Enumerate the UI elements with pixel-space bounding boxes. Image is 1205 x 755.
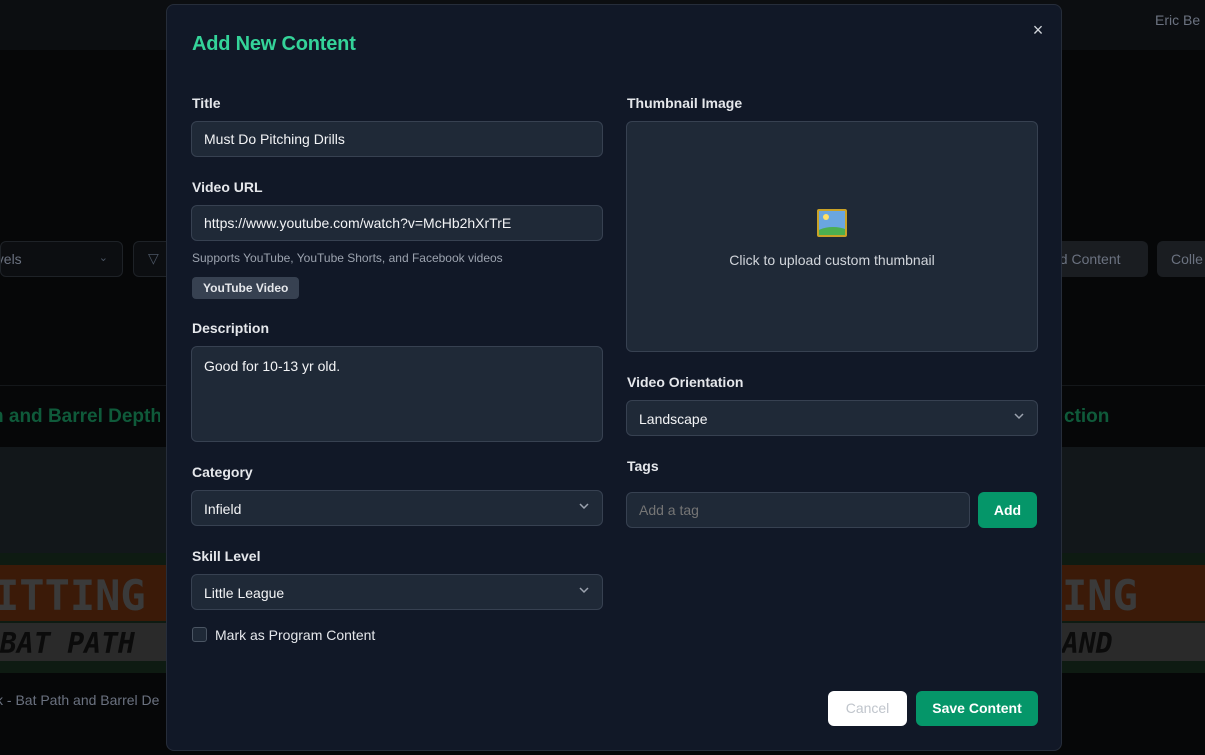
user-name: Eric Be bbox=[1155, 12, 1201, 28]
program-content-label[interactable]: Mark as Program Content bbox=[215, 627, 375, 643]
card-caption-left: k - Bat Path and Barrel De bbox=[0, 692, 170, 708]
video-thumbnail-left: ITTING BAT PATH bbox=[0, 447, 170, 673]
thumb-text-line1: ITTING bbox=[0, 571, 146, 620]
card-caption-left-text: k - Bat Path and Barrel De bbox=[0, 692, 160, 708]
close-icon[interactable]: × bbox=[1028, 19, 1048, 41]
filter-icon: ▽ bbox=[148, 250, 159, 266]
add-tag-button[interactable]: Add bbox=[978, 492, 1037, 528]
tags-label: Tags bbox=[627, 458, 659, 474]
add-content-label: dd Content bbox=[1052, 251, 1121, 267]
chevron-down-icon bbox=[579, 587, 589, 594]
thumb-text-line2: AND bbox=[1062, 627, 1113, 660]
video-url-label: Video URL bbox=[192, 179, 263, 195]
picture-sun bbox=[823, 214, 829, 220]
category-value: Infield bbox=[204, 501, 242, 517]
tag-input[interactable] bbox=[626, 492, 970, 528]
collections-button: Colle bbox=[1157, 241, 1205, 277]
title-label: Title bbox=[192, 95, 221, 111]
category-label: Category bbox=[192, 464, 253, 480]
orientation-value: Landscape bbox=[639, 411, 708, 427]
skill-level-label: Skill Level bbox=[192, 548, 261, 564]
category-select[interactable]: Infield bbox=[191, 490, 603, 526]
description-label: Description bbox=[192, 320, 270, 336]
video-url-input[interactable] bbox=[191, 205, 603, 241]
modal-title: Add New Content bbox=[192, 33, 356, 55]
description-textarea[interactable]: Good for 10-13 yr old. bbox=[191, 346, 603, 442]
orientation-label: Video Orientation bbox=[627, 374, 744, 390]
skill-level-value: Little League bbox=[204, 585, 285, 601]
picture-hill bbox=[819, 227, 845, 235]
chevron-down-icon bbox=[1014, 413, 1024, 420]
thumb-text-line1: ING bbox=[1062, 571, 1138, 620]
save-content-button[interactable]: Save Content bbox=[916, 691, 1038, 726]
thumb-text-line2: BAT PATH bbox=[0, 627, 135, 660]
video-type-badge: YouTube Video bbox=[192, 277, 300, 299]
upload-text: Click to upload custom thumbnail bbox=[729, 252, 935, 268]
video-thumbnail-right: ING AND bbox=[1062, 447, 1205, 673]
cancel-button[interactable]: Cancel bbox=[828, 691, 907, 726]
title-input[interactable] bbox=[191, 121, 603, 157]
card-title-right: ction bbox=[1062, 406, 1205, 428]
thumbnail-label: Thumbnail Image bbox=[627, 95, 743, 111]
card-title-left-text: h and Barrel Depth bbox=[0, 406, 160, 427]
skill-level-select[interactable]: Little League bbox=[191, 574, 603, 610]
thumbnail-upload-area[interactable]: Click to upload custom thumbnail bbox=[626, 121, 1038, 352]
add-content-modal: Add New Content × Title Video URL Suppor… bbox=[166, 4, 1062, 751]
chevron-down-icon bbox=[579, 503, 589, 510]
levels-filter-select: evels ⌄ bbox=[0, 241, 123, 277]
orientation-select[interactable]: Landscape bbox=[626, 400, 1038, 436]
video-url-hint: Supports YouTube, YouTube Shorts, and Fa… bbox=[192, 251, 503, 265]
card-title-right-text: ction bbox=[1064, 406, 1110, 427]
card-title-left: h and Barrel Depth bbox=[0, 406, 160, 428]
chevron-down-icon: ⌄ bbox=[98, 252, 108, 264]
program-content-checkbox[interactable] bbox=[192, 627, 207, 642]
framed-picture-icon bbox=[817, 209, 847, 237]
levels-filter-label: evels bbox=[1, 251, 22, 267]
